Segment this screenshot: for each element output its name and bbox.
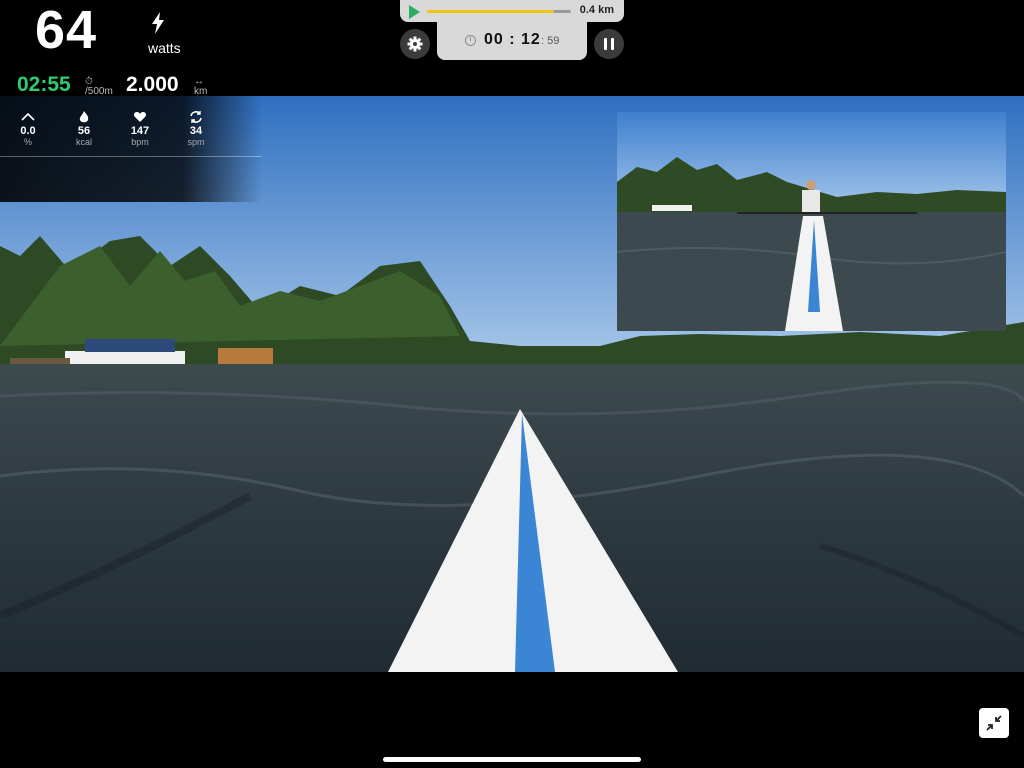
stat-heart-rate-value: 147 — [130, 125, 150, 137]
timer-main: 00 : 12 — [484, 31, 541, 48]
stat-calories-value: 56 — [77, 125, 91, 137]
watts-label: watts — [148, 40, 181, 56]
gear-icon — [407, 36, 423, 52]
stat-stroke-rate: 34 spm — [176, 110, 216, 147]
minimize-icon — [986, 715, 1002, 731]
flame-icon — [79, 111, 89, 123]
distance-unit: ↔ km — [194, 77, 207, 97]
watts-value: 64 — [35, 0, 98, 60]
pause-icon-bar-left — [604, 38, 607, 50]
stroke-rate-icon — [190, 111, 202, 123]
distance-unit-label: km — [194, 86, 208, 97]
minimize-button[interactable] — [979, 708, 1009, 738]
stat-calories-unit: kcal — [75, 137, 92, 147]
progress-distance-label: 0.4 km — [579, 4, 614, 16]
stat-incline-value: 0.0 — [20, 125, 36, 137]
heart-icon — [133, 112, 147, 122]
progress-fill — [427, 10, 554, 13]
stat-heart-rate: 147 bpm — [120, 110, 160, 147]
stat-calories: 56 kcal — [64, 110, 104, 147]
progress-bar-pill: 0.4 km — [400, 0, 624, 22]
distance-value: 2.000 — [126, 73, 179, 96]
home-indicator[interactable] — [383, 757, 641, 762]
pace-unit-label: /500m — [85, 86, 113, 97]
clock-icon — [465, 35, 476, 46]
stats-panel: 0.0 % 56 kcal 147 bpm 34 spm — [0, 96, 262, 202]
stats-divider — [0, 156, 262, 157]
play-icon[interactable] — [409, 5, 420, 19]
picture-in-picture-view[interactable] — [617, 112, 1006, 331]
timer-seconds: : 59 — [541, 35, 560, 47]
pace-value: 02:55 — [17, 73, 71, 96]
settings-button[interactable] — [400, 29, 430, 59]
stat-incline-unit: % — [23, 137, 32, 147]
pause-button[interactable] — [594, 29, 624, 59]
stat-stroke-rate-unit: spm — [187, 137, 205, 147]
progress-track[interactable] — [427, 10, 571, 13]
stat-incline: 0.0 % — [8, 110, 48, 147]
incline-icon — [21, 112, 35, 121]
pause-icon-bar-right — [611, 38, 614, 50]
pace-unit: ⏱/500m — [85, 77, 113, 97]
bolt-icon — [152, 12, 164, 34]
stat-heart-rate-unit: bpm — [131, 137, 149, 147]
timer-pill: 00 : 12 : 59 — [437, 22, 587, 60]
stat-stroke-rate-value: 34 — [189, 125, 203, 137]
